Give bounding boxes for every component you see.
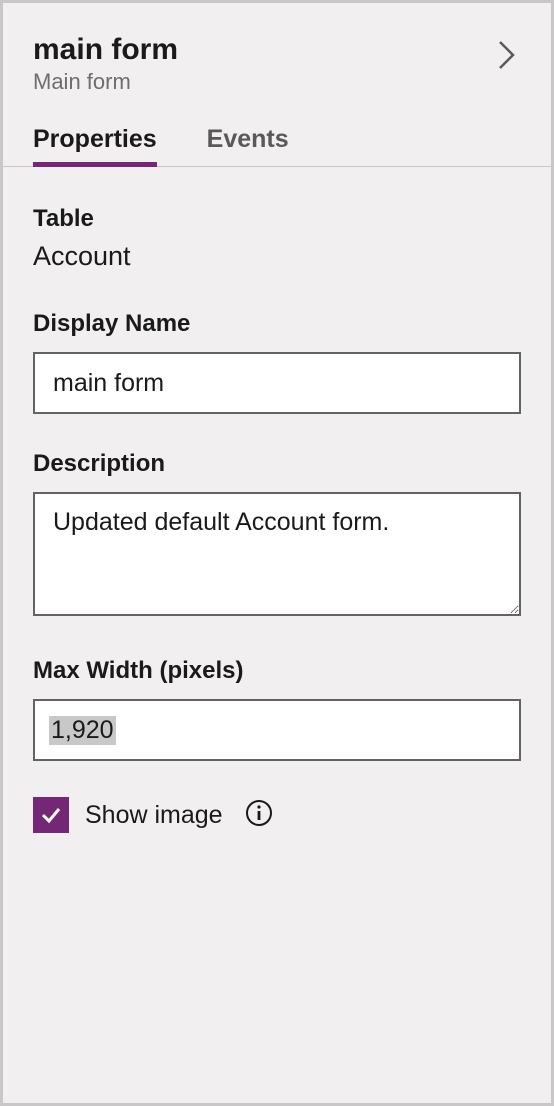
max-width-value: 1,920 — [49, 716, 116, 745]
panel-subtitle: Main form — [33, 69, 521, 95]
properties-panel: main form Main form Properties Events Ta… — [0, 0, 554, 1106]
panel-content: Table Account Display Name Description M… — [3, 167, 551, 863]
check-icon — [39, 803, 63, 827]
chevron-right-icon[interactable] — [497, 39, 517, 76]
table-value: Account — [33, 241, 521, 272]
show-image-label: Show image — [85, 801, 223, 830]
panel-title: main form — [33, 33, 521, 67]
max-width-input[interactable]: 1,920 — [33, 699, 521, 761]
table-label: Table — [33, 205, 521, 233]
tab-bar: Properties Events — [3, 95, 551, 167]
show-image-row: Show image — [33, 797, 521, 833]
show-image-checkbox[interactable] — [33, 797, 69, 833]
display-name-label: Display Name — [33, 310, 521, 338]
panel-header: main form Main form — [3, 3, 551, 95]
description-label: Description — [33, 450, 521, 478]
tab-properties[interactable]: Properties — [33, 125, 157, 166]
info-icon[interactable] — [245, 799, 273, 832]
display-name-input[interactable] — [33, 352, 521, 414]
description-input[interactable] — [33, 492, 521, 616]
tab-events[interactable]: Events — [207, 125, 289, 166]
max-width-label: Max Width (pixels) — [33, 657, 521, 685]
